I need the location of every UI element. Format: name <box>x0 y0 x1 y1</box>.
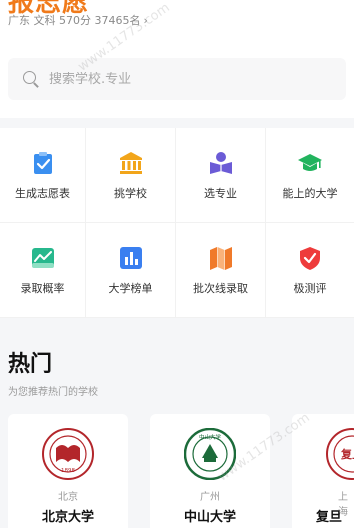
feature-assessment[interactable]: 极测评 <box>266 223 354 318</box>
feature-university-rankings[interactable]: 大学榜单 <box>86 223 176 318</box>
clipboard-check-icon <box>33 151 52 174</box>
feature-label: 录取概率 <box>20 281 65 295</box>
search-input[interactable] <box>49 71 309 87</box>
feature-label: 选专业 <box>204 186 237 200</box>
map-icon <box>209 246 232 270</box>
school-city: 广州 <box>200 492 220 503</box>
feature-reachable-universities[interactable]: 能上的大学 <box>266 128 354 223</box>
search-bar[interactable] <box>8 58 346 100</box>
feature-batch-line-admission[interactable]: 批次线录取 <box>176 223 266 318</box>
feature-pick-school[interactable]: 挑学校 <box>86 128 176 223</box>
school-card-fudan[interactable]: 复旦 上海 复旦大学 <box>292 414 354 528</box>
chevron-right-icon: › <box>143 13 148 27</box>
feature-label: 挑学校 <box>114 186 147 200</box>
feature-label: 极测评 <box>293 281 327 295</box>
section-title: 热门 <box>8 352 53 377</box>
bar-chart-icon <box>119 246 142 269</box>
book-reader-icon <box>209 151 232 174</box>
feature-admission-probability[interactable]: 录取概率 <box>0 223 86 318</box>
section-subtitle: 为您推荐热门的学校 <box>8 387 98 398</box>
user-profile-info[interactable]: 广东 文科 570分 37465名 › <box>8 12 148 28</box>
user-score-text: 广东 文科 570分 37465名 <box>8 14 141 27</box>
svg-text:1898: 1898 <box>61 468 75 474</box>
school-card-peking[interactable]: 1898 北京 北京大学 <box>8 414 128 528</box>
feature-grid: 生成志愿表 挑学校 选专业 能上的大学 录取概率 大学榜单 批次线录取 极测评 <box>0 128 354 318</box>
feature-choose-major[interactable]: 选专业 <box>176 128 266 223</box>
school-name: 北京大学 <box>41 510 94 525</box>
feature-generate-application[interactable]: 生成志愿表 <box>0 128 86 223</box>
feature-label: 批次线录取 <box>193 281 248 295</box>
school-name: 复旦大学 <box>316 510 343 525</box>
graduation-cap-icon <box>298 153 322 171</box>
trend-chart-icon <box>31 247 54 268</box>
building-columns-icon <box>119 151 142 174</box>
school-card-sysu[interactable]: 中山大学 广州 中山大学 <box>150 414 270 528</box>
school-city: 北京 <box>58 492 78 503</box>
svg-text:复旦: 复旦 <box>340 447 354 461</box>
sun-yat-sen-university-seal-icon: 中山大学 <box>184 428 236 480</box>
svg-text:中山大学: 中山大学 <box>199 433 222 441</box>
feature-label: 大学榜单 <box>108 281 153 295</box>
fudan-university-seal-icon: 复旦 <box>326 428 354 480</box>
feature-label: 生成志愿表 <box>15 186 70 200</box>
shield-check-icon <box>300 246 320 270</box>
search-icon <box>22 70 40 88</box>
feature-label: 能上的大学 <box>282 186 338 200</box>
hot-section: 热门 为您推荐热门的学校 1898 北京 北京大学 中山大学 广州 中山大学 复… <box>0 330 354 528</box>
school-name: 中山大学 <box>183 510 236 525</box>
peking-university-seal-icon: 1898 <box>42 428 94 480</box>
